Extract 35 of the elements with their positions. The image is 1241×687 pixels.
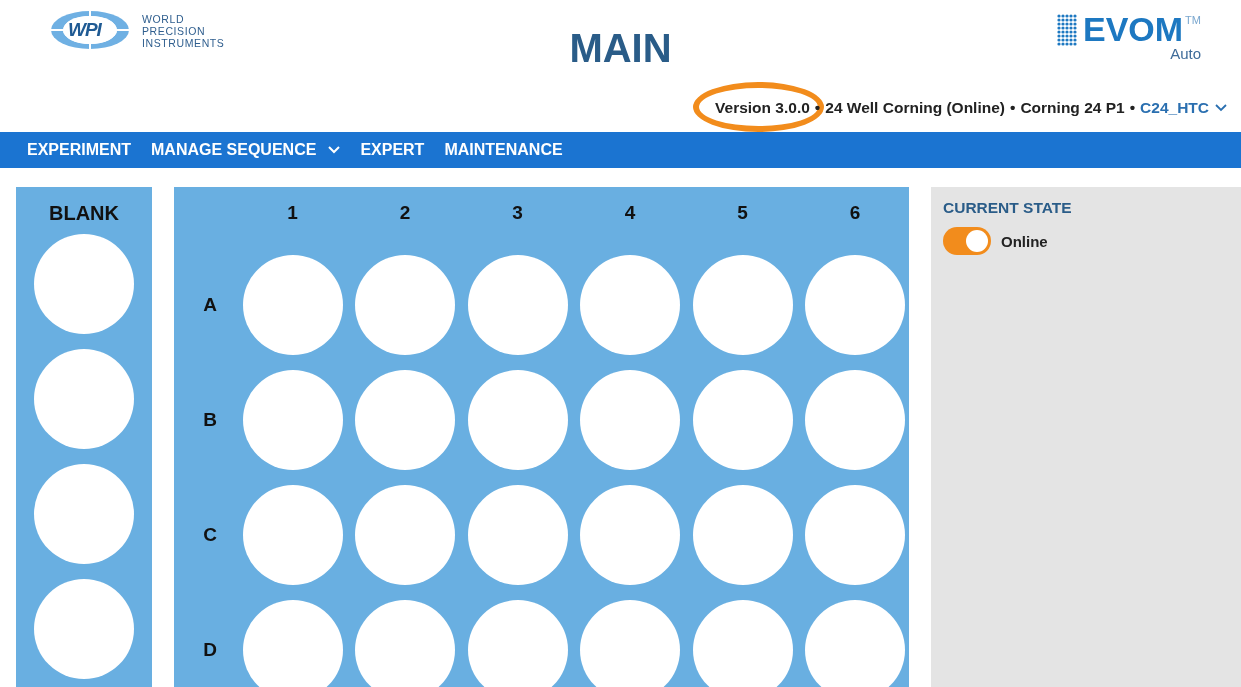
brand-mark: WPI [68, 19, 101, 41]
dot-grid-icon [1057, 14, 1077, 46]
trademark-mark: TM [1185, 14, 1201, 26]
product-name: EVOM [1083, 12, 1184, 46]
row-label: A [203, 294, 217, 316]
panel-title: CURRENT STATE [943, 199, 1073, 217]
column-label: 4 [623, 202, 637, 224]
brand-name: WORLD [142, 13, 186, 25]
brand-name: INSTRUMENTS [142, 37, 225, 49]
row-label: D [203, 639, 217, 661]
column-label: 1 [286, 202, 299, 224]
toggle-label: Online [1001, 232, 1048, 250]
column-label: 3 [511, 202, 524, 224]
panel-title: BLANK [49, 202, 119, 225]
nav-menu-item[interactable]: MAINTENANCE [435, 132, 572, 168]
status-text: 24 Well Corning (Online) [825, 99, 1005, 117]
column-label: 5 [736, 202, 749, 224]
nav-menu-item[interactable]: EXPERT [351, 132, 434, 168]
globe-logo-icon [50, 10, 130, 50]
page-title: MAIN [569, 25, 672, 72]
plate-dropdown[interactable]: C24_HTC [1140, 99, 1227, 117]
status-text: Corning 24 P1 [1020, 99, 1125, 117]
chevron-down-icon [1215, 104, 1227, 112]
brand-name: PRECISION [142, 25, 207, 37]
nav-menu-item[interactable]: MANAGE SEQUENCE [142, 132, 350, 168]
column-label: 2 [398, 202, 412, 224]
column-label: 6 [848, 202, 862, 224]
separator-dot: • [1129, 99, 1136, 117]
toggle-switch[interactable] [943, 227, 991, 255]
separator-dot: • [814, 99, 821, 117]
row-label: B [203, 409, 217, 431]
row-label: C [203, 524, 217, 546]
nav-menu-item[interactable]: EXPERIMENT [18, 132, 140, 168]
separator-dot: • [1010, 99, 1016, 117]
product-subtitle: Auto [1170, 46, 1201, 61]
